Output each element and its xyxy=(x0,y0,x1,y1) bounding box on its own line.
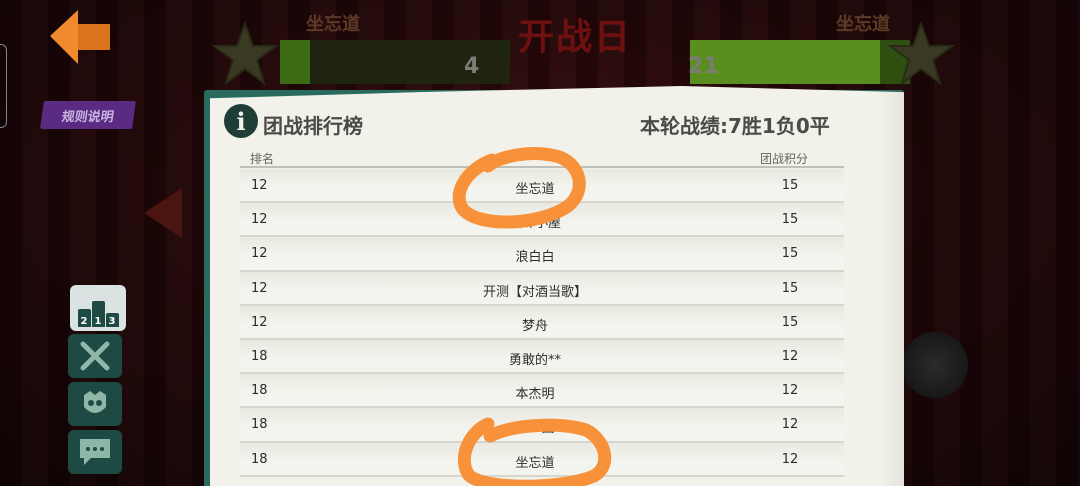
table-row[interactable]: 12 浪白白 15 xyxy=(240,237,844,272)
row-team-name: 坐忘道 xyxy=(515,182,555,197)
leaderboard-button[interactable]: 2 1 3 xyxy=(70,285,126,331)
row-rank: 12 xyxy=(251,314,268,330)
rules-button[interactable]: 规则说明 xyxy=(40,101,136,129)
row-team-name: 浪白白 xyxy=(515,250,555,266)
rank-column-header: 排名 xyxy=(250,152,275,166)
row-score: 12 xyxy=(781,348,799,364)
guild-button[interactable] xyxy=(68,382,122,426)
right-team-score: 21 xyxy=(688,54,719,79)
right-team-bar xyxy=(690,40,910,84)
star-icon xyxy=(210,21,280,86)
table-row[interactable]: 12 梦舟 15 xyxy=(240,305,844,340)
row-score: 12 xyxy=(781,383,799,399)
table-row[interactable]: 18 Buff团 12 xyxy=(240,408,844,443)
table-row[interactable]: 18 勇敢的** 12 xyxy=(240,339,844,375)
round-record: 本轮战绩:7胜1负0平 xyxy=(640,114,830,138)
guild-emblem-icon xyxy=(84,391,106,413)
info-icon: i xyxy=(224,104,258,138)
row-score: 15 xyxy=(781,280,799,296)
header-divider xyxy=(240,166,844,168)
row-score: 15 xyxy=(781,246,799,262)
left-team-score: 4 xyxy=(464,54,480,79)
star-icon xyxy=(886,21,956,86)
row-rank: 18 xyxy=(251,348,268,364)
table-row[interactable]: 12 开测【对酒当歌】 15 xyxy=(240,271,844,306)
row-score: 15 xyxy=(781,178,799,193)
row-rank: 18 xyxy=(251,417,268,433)
page-title: 开战日 xyxy=(518,17,633,58)
decorative-orb xyxy=(902,332,968,398)
row-team-name: Buff团 xyxy=(515,421,555,437)
previous-arrow-icon[interactable] xyxy=(144,188,182,238)
battle-button[interactable] xyxy=(68,334,122,378)
row-rank: 18 xyxy=(251,383,268,399)
row-score: 15 xyxy=(781,212,799,228)
leaderboard-title: 团战排行榜 xyxy=(263,114,363,138)
right-team-name: 坐忘道 xyxy=(836,14,890,35)
podium-first: 1 xyxy=(91,301,105,327)
row-team-name: 酒肆小屋 xyxy=(508,216,561,232)
row-team-name: 本杰明 xyxy=(515,387,555,403)
side-drawer-tab[interactable] xyxy=(0,44,7,128)
left-team-name: 坐忘道 xyxy=(306,14,360,35)
row-rank: 18 xyxy=(251,451,268,467)
chat-icon xyxy=(80,439,110,465)
table-row[interactable]: 18 本杰明 12 xyxy=(240,374,844,409)
leaderboard-table[interactable]: 12 坐忘道 15 12 酒肆小屋 15 12 浪白白 15 12 开测【对酒当歌】 15 12… xyxy=(240,169,844,477)
row-rank: 12 xyxy=(251,178,268,193)
podium-third: 3 xyxy=(105,313,119,327)
table-row[interactable]: 12 坐忘道 15 xyxy=(240,169,844,204)
row-score: 15 xyxy=(781,314,799,330)
row-rank: 12 xyxy=(251,212,268,228)
back-arrow-icon[interactable] xyxy=(48,8,114,66)
chat-button[interactable] xyxy=(68,430,122,474)
row-rank: 12 xyxy=(251,246,268,262)
row-team-name: 坐忘道 xyxy=(515,455,555,471)
row-score: 12 xyxy=(781,417,799,433)
row-team-name: 开测【对酒当歌】 xyxy=(482,284,587,300)
podium-second: 2 xyxy=(77,309,91,327)
row-score: 12 xyxy=(781,451,799,467)
row-team-name: 勇敢的** xyxy=(508,352,561,368)
crossed-swords-icon xyxy=(80,341,110,371)
row-team-name: 梦舟 xyxy=(521,318,548,334)
row-rank: 12 xyxy=(251,280,268,296)
table-row[interactable]: 12 酒肆小屋 15 xyxy=(240,203,844,238)
score-column-header: 团战积分 xyxy=(760,152,809,166)
table-row[interactable]: 18 坐忘道 12 xyxy=(240,442,844,477)
